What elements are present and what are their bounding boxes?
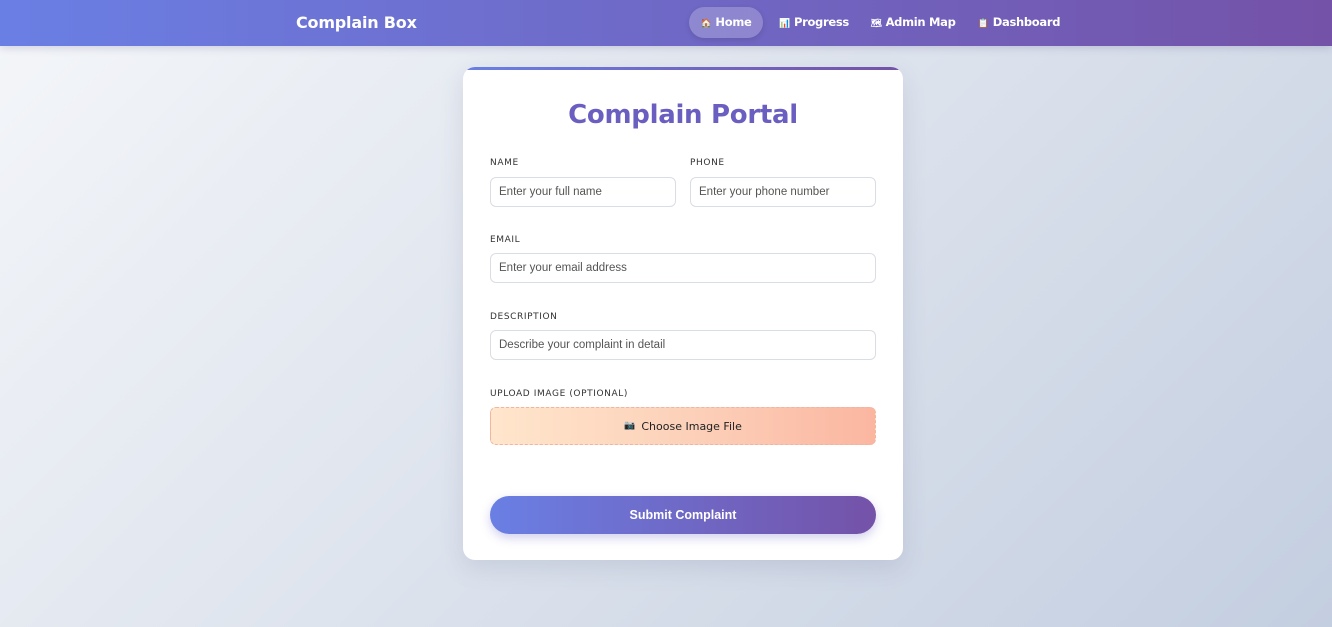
chart-icon: 📊 [779, 19, 790, 29]
nav-item-label: Progress [793, 15, 849, 29]
choose-image-label: Choose Image File [641, 419, 742, 433]
phone-input[interactable] [690, 177, 876, 207]
description-input[interactable] [490, 330, 876, 360]
nav-item-label: Home [715, 15, 752, 29]
brand-logo[interactable]: Complain Box [296, 13, 417, 32]
card-accent-bar [463, 67, 903, 70]
name-input[interactable] [490, 177, 676, 207]
nav-item-admin-map[interactable]: 🗺 Admin Map [868, 7, 958, 38]
nav-item-label: Dashboard [992, 15, 1061, 29]
name-label: NAME [490, 158, 519, 168]
email-label: EMAIL [490, 235, 521, 245]
navbar: Complain Box 🏠 Home 📊 Progress 🗺 Admin Map … [0, 0, 1332, 46]
nav-item-progress[interactable]: 📊 Progress [777, 7, 851, 38]
upload-label: UPLOAD IMAGE (OPTIONAL) [490, 389, 628, 399]
nav-item-label: Admin Map [885, 15, 956, 29]
phone-label: PHONE [690, 158, 725, 168]
page-title: Complain Portal [568, 100, 798, 130]
complaint-form-card: Complain Portal NAME PHONE EMAIL DESCRIP… [463, 67, 903, 560]
nav-item-dashboard[interactable]: 📋 Dashboard [977, 7, 1061, 38]
submit-complaint-button[interactable]: Submit Complaint [490, 496, 876, 534]
camera-icon: 📷 [624, 421, 636, 431]
choose-image-button[interactable]: 📷 Choose Image File [490, 407, 876, 445]
email-input[interactable] [490, 253, 876, 283]
clipboard-icon: 📋 [977, 19, 989, 29]
nav-item-home[interactable]: 🏠 Home [689, 7, 763, 38]
home-icon: 🏠 [700, 19, 712, 29]
description-label: DESCRIPTION [490, 312, 558, 322]
map-icon: 🗺 [870, 19, 882, 29]
